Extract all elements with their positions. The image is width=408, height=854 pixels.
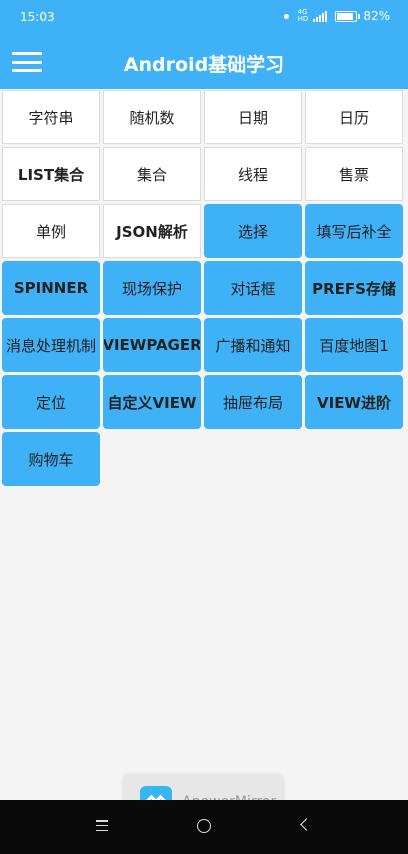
grid-button[interactable]: LIST集合 — [2, 147, 100, 201]
hd-label: HD — [297, 15, 309, 23]
grid-button[interactable]: 单例 — [2, 204, 100, 258]
page-title: Android基础学习 — [123, 54, 285, 76]
notification-dot-icon — [283, 13, 289, 19]
grid-button[interactable]: PREFS存储 — [305, 261, 403, 315]
status-icons: 4G HD 82% — [283, 9, 390, 23]
recents-menu-icon[interactable] — [96, 820, 108, 831]
grid-button[interactable]: 百度地图1 — [305, 318, 403, 372]
grid-button[interactable]: SPINNER — [2, 261, 100, 315]
grid-button[interactable]: VIEW进阶 — [305, 375, 403, 429]
grid-button[interactable]: 消息处理机制 — [2, 318, 100, 372]
status-time: 15:03 — [20, 10, 55, 24]
grid-button[interactable]: 广播和通知 — [204, 318, 302, 372]
grid-button[interactable]: 线程 — [204, 147, 302, 201]
grid-button[interactable]: 日期 — [204, 90, 302, 144]
grid-button[interactable]: 对话框 — [204, 261, 302, 315]
grid-button[interactable]: JSON解析 — [103, 204, 201, 258]
battery-icon — [335, 10, 361, 22]
back-arrow-icon[interactable] — [300, 818, 313, 831]
app-header: 15:03 4G HD 82% Android基础学习 — [0, 0, 408, 89]
grid-button[interactable]: 随机数 — [103, 90, 201, 144]
signal-icon — [313, 10, 328, 22]
grid-button[interactable]: 售票 — [305, 147, 403, 201]
feature-grid: 字符串 随机数 日期 日历 LIST集合 集合 线程 售票单例 JSON解析 选择 填写后补全 SPI… — [0, 89, 408, 487]
grid-button[interactable]: 选择 — [204, 204, 302, 258]
status-bar: 15:03 4G HD 82% — [0, 0, 408, 34]
grid-button[interactable]: 集合 — [103, 147, 201, 201]
network-type-label: 4G HD — [298, 9, 309, 23]
grid-button[interactable]: 抽屉布局 — [204, 375, 302, 429]
grid-button[interactable]: 定位 — [2, 375, 100, 429]
system-nav-bar — [0, 800, 408, 854]
grid-button[interactable]: 自定义VIEW — [103, 375, 201, 429]
grid-button[interactable]: VIEWPAGER — [103, 318, 201, 372]
home-circle-icon[interactable] — [197, 819, 211, 833]
grid-button[interactable]: 购物车 — [2, 432, 100, 486]
battery-level: 82% — [363, 9, 390, 23]
grid-button[interactable]: 现场保护 — [103, 261, 201, 315]
grid-button[interactable]: 日历 — [305, 90, 403, 144]
grid-button[interactable]: 字符串 — [2, 90, 100, 144]
grid-button[interactable]: 填写后补全 — [305, 204, 403, 258]
